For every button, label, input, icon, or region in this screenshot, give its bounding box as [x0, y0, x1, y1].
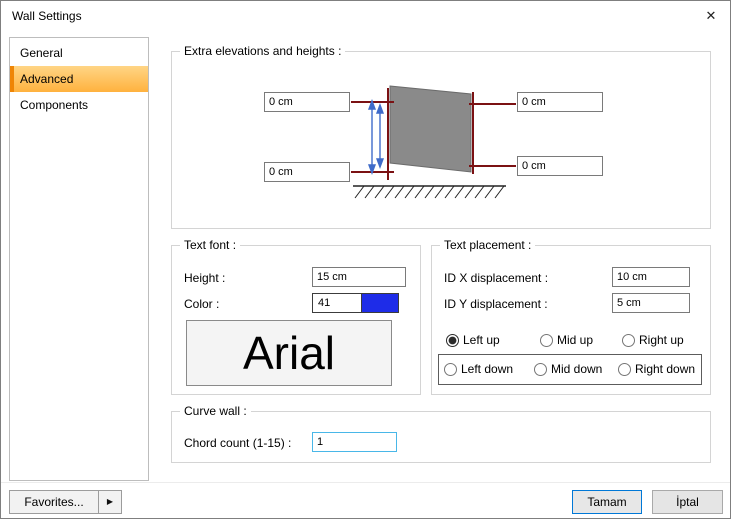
group-text-placement-title: Text placement : [440, 238, 535, 252]
group-curve-wall: Curve wall : Chord count (1-15) : [171, 411, 711, 463]
radio-label: Mid up [557, 333, 593, 347]
chord-count-input[interactable] [312, 432, 397, 452]
chord-count-label: Chord count (1-15) : [184, 435, 291, 451]
radio-mid-down[interactable]: Mid down [534, 361, 602, 377]
radio-label: Mid down [551, 362, 602, 376]
radio-left-down-input[interactable] [444, 363, 457, 376]
radio-right-down-input[interactable] [618, 363, 631, 376]
dialog-title: Wall Settings [12, 1, 82, 31]
font-preview-button[interactable]: Arial [186, 320, 392, 386]
wall-settings-dialog: Wall Settings ✕ General Advanced Compone… [0, 0, 731, 519]
id-y-displacement-input[interactable] [612, 293, 690, 313]
elevation-reference-lines [351, 88, 516, 180]
elevation-top-right-input[interactable] [517, 92, 603, 112]
sidebar-item-label: Advanced [20, 72, 73, 86]
radio-left-up[interactable]: Left up [446, 332, 500, 348]
favorites-arrow-icon[interactable]: ▶ [98, 491, 121, 513]
group-extra-elevations: Extra elevations and heights : [171, 51, 711, 229]
radio-right-up[interactable]: Right up [622, 332, 684, 348]
favorites-button-label: Favorites... [10, 491, 98, 513]
radio-mid-down-input[interactable] [534, 363, 547, 376]
wall-elevation-diagram [172, 52, 710, 228]
footer-divider [1, 482, 730, 483]
ok-button[interactable]: Tamam [572, 490, 642, 514]
wall-shape [390, 86, 471, 172]
radio-label: Right up [639, 333, 684, 347]
cancel-button[interactable]: İptal [652, 490, 723, 514]
height-label: Height : [184, 270, 225, 286]
sidebar-item-components[interactable]: Components [10, 92, 148, 118]
radio-mid-up[interactable]: Mid up [540, 332, 593, 348]
radio-left-up-input[interactable] [446, 334, 459, 347]
font-color-picker[interactable]: 41 [312, 293, 399, 313]
radio-mid-up-input[interactable] [540, 334, 553, 347]
elevation-bottom-left-input[interactable] [264, 162, 350, 182]
elevation-top-left-input[interactable] [264, 92, 350, 112]
ground-hatch [353, 186, 506, 198]
radio-label: Left down [461, 362, 513, 376]
sidebar-item-advanced[interactable]: Advanced [10, 66, 148, 92]
sidebar-item-label: General [20, 46, 63, 60]
group-extra-elevations-title: Extra elevations and heights : [180, 44, 345, 58]
font-preview-text: Arial [243, 326, 335, 380]
color-label: Color : [184, 296, 219, 312]
group-text-font: Text font : Height : Color : 41 Arial [171, 245, 421, 395]
favorites-button[interactable]: Favorites... ▶ [9, 490, 122, 514]
elevation-bottom-right-input[interactable] [517, 156, 603, 176]
titlebar: Wall Settings ✕ [1, 1, 730, 31]
sidebar-item-general[interactable]: General [10, 40, 148, 66]
radio-label: Left up [463, 333, 500, 347]
group-curve-wall-title: Curve wall : [180, 404, 251, 418]
id-x-displacement-label: ID X displacement : [444, 270, 548, 286]
radio-left-down[interactable]: Left down [444, 361, 513, 377]
id-x-displacement-input[interactable] [612, 267, 690, 287]
sidebar-item-label: Components [20, 98, 88, 112]
font-height-input[interactable] [312, 267, 406, 287]
font-color-index: 41 [313, 294, 361, 312]
font-color-swatch [361, 294, 398, 312]
sidebar: General Advanced Components [9, 37, 149, 481]
group-text-placement: Text placement : ID X displacement : ID … [431, 245, 711, 395]
id-y-displacement-label: ID Y displacement : [444, 296, 548, 312]
dimension-arrows [369, 101, 383, 173]
radio-right-up-input[interactable] [622, 334, 635, 347]
group-text-font-title: Text font : [180, 238, 240, 252]
radio-right-down[interactable]: Right down [618, 361, 695, 377]
close-icon[interactable]: ✕ [698, 4, 724, 28]
radio-label: Right down [635, 362, 695, 376]
